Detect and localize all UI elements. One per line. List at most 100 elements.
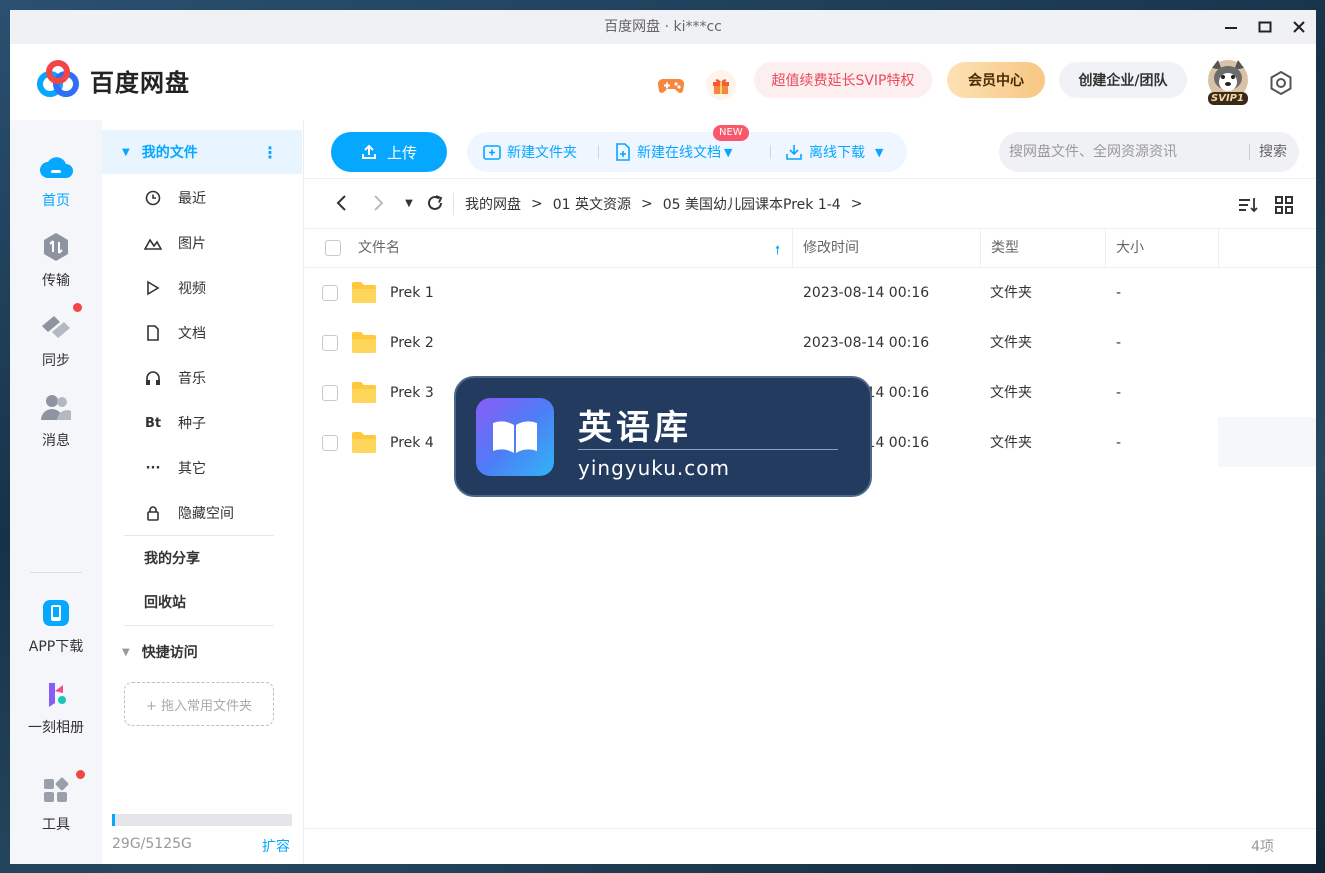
file-name[interactable]: Prek 3: [390, 368, 434, 418]
file-size: -: [1116, 385, 1122, 401]
sort-button[interactable]: [1237, 194, 1259, 216]
file-modified: 2023-08-14 00:16: [803, 285, 930, 301]
grid-view-button[interactable]: [1273, 194, 1295, 216]
minimize-icon: [1225, 27, 1237, 29]
watermark-url: yingyuku.com: [578, 456, 730, 480]
sidebar-item-my-files-label: 我的文件: [141, 145, 198, 161]
table-row[interactable]: Prek 2 2023-08-14 00:16 文件夹 -: [305, 318, 1316, 368]
create-team-button[interactable]: 创建企业/团队: [1059, 62, 1187, 98]
breadcrumb-chevron-icon[interactable]: >: [851, 196, 863, 212]
upload-button[interactable]: 上传: [331, 132, 447, 172]
file-type: 文件夹: [990, 285, 1032, 301]
nav-tools[interactable]: 工具: [10, 774, 102, 834]
path-bar: ▼ 我的网盘 > 01 英文资源 > 05 美国幼儿园课本Prek 1-4 >: [305, 178, 1316, 228]
file-name[interactable]: Prek 4: [390, 418, 434, 468]
maximize-icon: [1258, 21, 1272, 33]
history-dropdown[interactable]: ▼: [397, 191, 421, 215]
search-input[interactable]: [1009, 132, 1239, 172]
back-button[interactable]: [329, 191, 353, 215]
left-nav: 首页 传输 同步 消息 APP下载 一刻相册 工具: [10, 120, 102, 864]
sidebar-item-hidden-space[interactable]: 隐藏空间: [102, 491, 302, 535]
svip-level-badge: SVIP1: [1211, 93, 1244, 104]
minimize-button[interactable]: [1214, 10, 1248, 44]
breadcrumb: 我的网盘 > 01 英文资源 > 05 美国幼儿园课本Prek 1-4 >: [465, 179, 872, 229]
column-header-type[interactable]: 类型: [980, 229, 1105, 267]
nav-sync[interactable]: 同步: [10, 310, 102, 370]
breadcrumb-item[interactable]: 01 英文资源: [553, 194, 631, 214]
nav-message[interactable]: 消息: [10, 390, 102, 450]
select-all-checkbox[interactable]: [325, 240, 341, 256]
svip-renew-button[interactable]: 超值续费延长SVIP特权: [754, 62, 932, 98]
sidebar-item-recycle-bin[interactable]: 回收站: [102, 580, 302, 624]
sidebar-item-music[interactable]: 音乐: [102, 356, 302, 400]
new-online-doc-label: 新建在线文档: [637, 145, 721, 161]
headphones-icon: [142, 370, 164, 386]
file-size: -: [1116, 335, 1122, 351]
sidebar-item-other[interactable]: ··· 其它: [102, 446, 302, 490]
expand-storage-link[interactable]: 扩容: [262, 836, 290, 856]
title-bar[interactable]: 百度网盘 · ki***cc: [10, 10, 1316, 44]
caret-down-icon: ▼: [875, 145, 884, 159]
file-type: 文件夹: [990, 435, 1032, 451]
column-header-modified[interactable]: 修改时间: [792, 229, 981, 267]
sidebar-item-video[interactable]: 视频: [102, 266, 302, 310]
nav-app-download[interactable]: APP下载: [10, 596, 102, 656]
forward-button[interactable]: [367, 191, 391, 215]
watermark-title: 英语库: [578, 408, 692, 448]
sort-ascending-icon[interactable]: 🠕: [775, 241, 780, 262]
folder-icon: [352, 382, 376, 403]
breadcrumb-item-current[interactable]: 05 美国幼儿园课本Prek 1-4: [663, 194, 841, 214]
sidebar-item-my-share[interactable]: 我的分享: [102, 536, 302, 580]
sidebar-item-torrent[interactable]: Bt 种子: [102, 401, 302, 445]
gift-button[interactable]: [706, 70, 736, 100]
torrent-icon: Bt: [144, 415, 162, 431]
sidebar-item-recent[interactable]: 最近: [102, 176, 302, 220]
search-divider: [1249, 144, 1250, 160]
breadcrumb-item[interactable]: 我的网盘: [465, 194, 521, 214]
window-controls: [1214, 10, 1316, 44]
app-logo[interactable]: 百度网盘: [36, 60, 190, 100]
column-header-size[interactable]: 大小: [1105, 229, 1219, 267]
gear-icon: [1270, 70, 1292, 96]
column-header-name[interactable]: 文件名: [358, 229, 400, 267]
offline-download-button[interactable]: 离线下载 ▼: [785, 132, 883, 172]
caret-down-icon: ▼: [122, 146, 130, 158]
refresh-button[interactable]: [423, 191, 447, 215]
file-size: -: [1116, 285, 1122, 301]
nav-home[interactable]: 首页: [10, 150, 102, 210]
offline-download-label: 离线下载: [809, 145, 865, 161]
clock-icon: [142, 190, 164, 206]
quick-access-drop-zone[interactable]: + 拖入常用文件夹: [124, 682, 274, 726]
sync-icon: [39, 310, 73, 344]
sidebar-item-quick-access[interactable]: ▼ 快捷访问: [102, 630, 302, 674]
row-checkbox[interactable]: [322, 435, 338, 451]
maximize-button[interactable]: [1248, 10, 1282, 44]
file-name[interactable]: Prek 2: [390, 318, 434, 368]
cloud-icon: [39, 150, 73, 184]
table-row[interactable]: Prek 1 2023-08-14 00:16 文件夹 -: [305, 268, 1316, 318]
avatar[interactable]: SVIP1: [1204, 58, 1252, 106]
nav-transfer[interactable]: 传输: [10, 230, 102, 290]
row-checkbox[interactable]: [322, 285, 338, 301]
caret-down-icon: ▼: [122, 646, 130, 658]
settings-button[interactable]: [1268, 70, 1294, 96]
sidebar-item-my-files[interactable]: ▼ 我的文件 ⋮: [102, 130, 302, 174]
vip-center-button[interactable]: 会员中心: [947, 62, 1045, 98]
nav-album[interactable]: 一刻相册: [10, 677, 102, 737]
nav-album-label: 一刻相册: [28, 720, 84, 736]
sidebar-item-images[interactable]: 图片: [102, 221, 302, 265]
row-checkbox[interactable]: [322, 385, 338, 401]
tools-notification-dot: [76, 770, 85, 779]
file-name[interactable]: Prek 1: [390, 268, 434, 318]
watermark-overlay: 英语库 yingyuku.com: [454, 376, 872, 497]
file-size: -: [1116, 435, 1122, 451]
grid-icon: [1275, 196, 1293, 214]
more-vertical-icon[interactable]: ⋮: [262, 143, 278, 162]
new-folder-button[interactable]: 新建文件夹: [483, 132, 577, 172]
sidebar-item-label: 种子: [178, 416, 206, 432]
search-button[interactable]: 搜索: [1259, 132, 1287, 172]
sidebar-item-documents[interactable]: 文档: [102, 311, 302, 355]
row-checkbox[interactable]: [322, 335, 338, 351]
close-button[interactable]: [1282, 10, 1316, 44]
game-center-button[interactable]: [656, 70, 686, 100]
